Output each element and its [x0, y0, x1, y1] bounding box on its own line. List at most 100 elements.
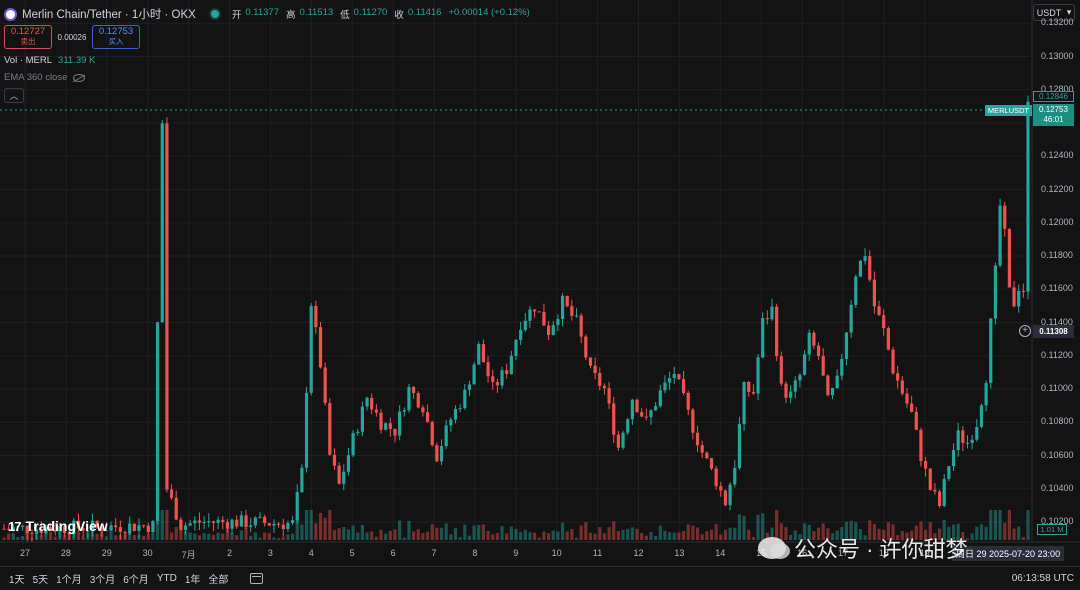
timeframe-all[interactable]: 全部 — [208, 571, 228, 586]
candle-body — [644, 416, 648, 418]
candle-body — [877, 306, 881, 316]
timeframe-5d[interactable]: 5天 — [33, 571, 49, 586]
candle-body — [668, 377, 672, 383]
candle-body — [989, 318, 993, 384]
volume-bar — [174, 526, 178, 540]
volume-bar — [477, 524, 481, 540]
eye-hidden-icon[interactable] — [73, 73, 86, 82]
candle-body — [193, 520, 197, 524]
candle-body — [216, 519, 220, 523]
volume-bar — [281, 536, 285, 540]
buy-button[interactable]: 0.12753 买入 — [92, 25, 140, 49]
volume-bar — [747, 529, 751, 540]
volume-bar — [300, 524, 304, 540]
volume-bar — [272, 537, 276, 540]
candle-body — [951, 450, 956, 467]
volume-bar — [681, 531, 686, 540]
volume-bar — [1007, 510, 1011, 540]
collapse-legend-button[interactable]: ︿ — [4, 88, 24, 103]
candle-body — [277, 523, 281, 525]
volume-bar — [560, 522, 565, 540]
timeframe-1y[interactable]: 1年 — [185, 571, 201, 586]
candle-body — [607, 388, 611, 404]
candle-body — [756, 357, 760, 394]
price-axis-label: 0.11600 — [1041, 283, 1073, 294]
timeframe-1m[interactable]: 1个月 — [56, 571, 82, 586]
volume-bar — [663, 530, 667, 540]
timeframe-ytd[interactable]: YTD — [157, 573, 177, 584]
volume-bar — [546, 533, 551, 540]
candle-body — [519, 329, 523, 340]
volume-bar — [346, 529, 351, 540]
candle-body — [910, 403, 914, 412]
price-axis-label: 0.10400 — [1041, 482, 1074, 493]
volume-bar — [458, 537, 462, 540]
candle-body — [398, 411, 402, 436]
candle-body — [937, 491, 942, 507]
candle-body — [621, 432, 625, 448]
volume-bar — [402, 537, 406, 540]
candle-body — [2, 528, 6, 530]
volume-bar — [235, 535, 239, 540]
calendar-icon[interactable] — [250, 573, 264, 584]
candle-body — [114, 525, 118, 528]
candle-body — [719, 486, 723, 491]
candle-body — [546, 325, 551, 335]
candle-body — [528, 309, 532, 321]
timeframe-6m[interactable]: 6个月 — [123, 571, 149, 586]
time-axis-label: 2 — [226, 548, 233, 558]
volume-bar — [244, 528, 248, 540]
chart-header: Merlin Chain/Tether · 1小时 · OKX 开 0.11377… — [4, 6, 533, 22]
trade-buttons: 0.12727 卖出 0.00026 0.12753 买入 — [4, 25, 140, 49]
volume-bar — [593, 533, 597, 540]
candle-body — [942, 478, 946, 507]
candle-body — [253, 517, 257, 526]
candle-body — [933, 489, 937, 492]
timeframe-1d[interactable]: 1天 — [9, 571, 25, 586]
candle-body — [612, 403, 616, 435]
volume-bar — [1026, 510, 1030, 540]
price-axis-label: 0.12400 — [1041, 150, 1074, 161]
candle-body — [965, 442, 970, 444]
tradingview-logo[interactable]: 17 TradingView — [8, 518, 108, 534]
symbol-title[interactable]: Merlin Chain/Tether · 1小时 · OKX — [22, 6, 196, 22]
volume-bar — [616, 531, 620, 540]
volume-bar — [728, 527, 732, 540]
sell-button[interactable]: 0.12727 卖出 — [4, 25, 52, 49]
volume-bar — [165, 510, 169, 540]
candle-body — [495, 382, 499, 386]
candle-body — [132, 523, 136, 531]
volume-bar — [193, 533, 197, 540]
candle-body — [802, 354, 807, 375]
candle-body — [509, 355, 513, 375]
low-value: 0.11270 — [353, 7, 388, 18]
volume-legend[interactable]: Vol · MERL 311.39 K — [4, 55, 95, 66]
candle-body — [514, 339, 518, 356]
candle-body — [779, 356, 783, 384]
volume-bar — [2, 537, 6, 540]
candle-body — [328, 402, 332, 455]
ema-legend[interactable]: EMA 360 close — [4, 72, 86, 83]
candle-body — [174, 497, 178, 520]
volume-bar — [467, 535, 472, 540]
candle-body — [425, 412, 430, 422]
volume-bar — [630, 527, 634, 540]
utc-clock[interactable]: 06:13:58 UTC — [1012, 573, 1074, 584]
price-chart[interactable] — [0, 0, 1080, 566]
candle-body — [356, 431, 360, 434]
timeframe-3m[interactable]: 3个月 — [90, 571, 116, 586]
candle-body — [290, 520, 295, 524]
time-axis-label: 7 — [431, 548, 437, 558]
candle-body — [784, 383, 788, 398]
volume-bar — [993, 510, 998, 540]
candle-body — [263, 516, 267, 524]
candle-body — [537, 311, 541, 313]
time-axis-label: 6 — [390, 548, 396, 558]
volume-bar — [258, 537, 262, 540]
add-alert-icon[interactable]: + — [1019, 325, 1031, 337]
volume-bar — [104, 536, 108, 540]
chart-grid — [0, 0, 1030, 542]
volume-bar — [188, 532, 192, 540]
price-axis-label: 0.13000 — [1041, 50, 1074, 61]
volume-bar — [179, 529, 183, 540]
